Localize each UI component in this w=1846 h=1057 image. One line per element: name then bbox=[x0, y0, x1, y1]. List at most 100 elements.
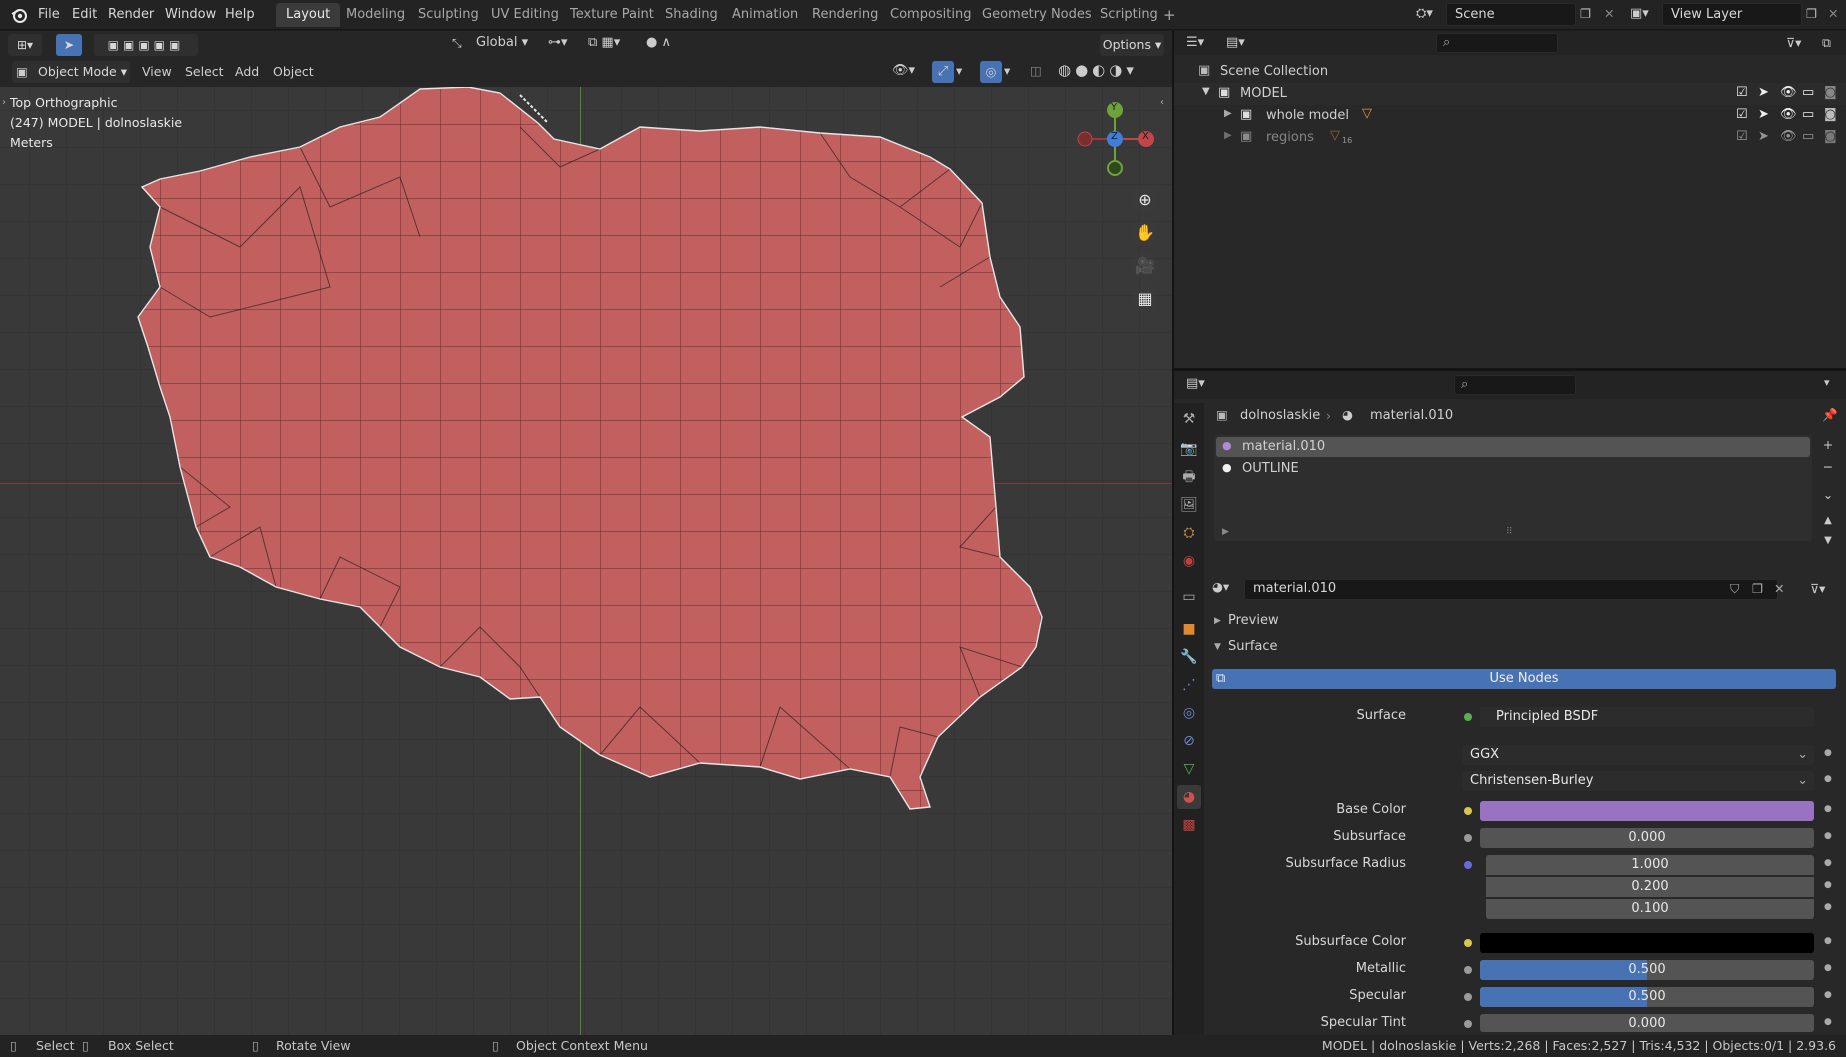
subsurface-method-dropdown[interactable]: Christensen-Burley ⌄ bbox=[1462, 771, 1814, 791]
list-resize-handle[interactable]: ⠿ bbox=[1506, 527, 1513, 537]
exclude-checkbox[interactable]: ☑ bbox=[1736, 129, 1748, 144]
select-tool-icon[interactable]: ➤ bbox=[56, 34, 82, 56]
menu-help[interactable]: Help bbox=[225, 7, 255, 22]
selectable-icon[interactable]: ➤ bbox=[1758, 85, 1769, 100]
zoom-icon[interactable]: ⊕ bbox=[1132, 187, 1158, 213]
tab-compositing[interactable]: Compositing bbox=[880, 3, 982, 27]
keyframe-dot-icon[interactable]: ● bbox=[1824, 990, 1832, 1000]
outliner-search-input[interactable]: ⌕ bbox=[1436, 33, 1558, 53]
subsurface-color-swatch[interactable] bbox=[1480, 933, 1814, 953]
outliner-editor-type-icon[interactable]: ☰▾ bbox=[1186, 35, 1204, 50]
shading-mode-icons[interactable]: ◍●◐◑▾ bbox=[1058, 61, 1158, 83]
specular-tint-slider[interactable]: 0.000 bbox=[1480, 1014, 1814, 1032]
editor-type-icon[interactable]: ⊞▾ bbox=[8, 34, 42, 56]
viewport-menu-view[interactable]: View bbox=[142, 64, 172, 79]
gizmo-dropdown-icon[interactable]: ▾ bbox=[956, 63, 962, 78]
properties-search-input[interactable]: ⌕ bbox=[1454, 375, 1576, 395]
menu-window[interactable]: Window bbox=[165, 7, 216, 22]
viewport-menu-add[interactable]: Add bbox=[235, 64, 259, 79]
material-slot[interactable]: ● OUTLINE bbox=[1216, 459, 1810, 479]
browse-material-icon[interactable]: ◕▾ bbox=[1212, 579, 1240, 599]
gizmo-toggle-icon[interactable]: ⤢ bbox=[932, 61, 954, 83]
move-slot-up-button[interactable]: ▲ bbox=[1818, 515, 1838, 535]
output-tab-icon[interactable]: 🖶 bbox=[1177, 465, 1201, 489]
visibility-icon[interactable]: 👁▾ bbox=[892, 63, 915, 78]
navigation-gizmo[interactable]: Y X Z bbox=[1070, 97, 1170, 177]
surface-panel-header[interactable]: Surface bbox=[1228, 639, 1278, 654]
material-name-field[interactable]: material.010 bbox=[1244, 579, 1778, 600]
expand-arrow-icon[interactable]: ▶ bbox=[1224, 108, 1232, 119]
eye-icon[interactable]: 👁 bbox=[1780, 85, 1797, 100]
subsurface-slider[interactable]: 0.000 bbox=[1480, 828, 1814, 848]
tab-sculpting[interactable]: Sculpting bbox=[408, 3, 489, 27]
pivot-point-icon[interactable]: ⊶▾ bbox=[548, 35, 568, 50]
tab-rendering[interactable]: Rendering bbox=[802, 3, 888, 27]
keyframe-dot-icon[interactable]: ● bbox=[1824, 880, 1832, 890]
pan-hand-icon[interactable]: ✋ bbox=[1132, 220, 1158, 246]
delete-scene-icon[interactable]: ✕ bbox=[1604, 6, 1614, 21]
tab-modeling[interactable]: Modeling bbox=[336, 3, 415, 27]
monitor-icon[interactable]: ▭ bbox=[1802, 85, 1814, 100]
metallic-slider[interactable]: 0.500 bbox=[1480, 960, 1814, 980]
view-layer-tab-icon[interactable]: 🖼 bbox=[1177, 493, 1201, 517]
preview-expand-icon[interactable]: ▶ bbox=[1214, 616, 1221, 626]
scene-selector-icon[interactable]: ⛭▾ bbox=[1416, 6, 1444, 24]
add-slot-button[interactable]: + bbox=[1818, 437, 1838, 457]
fake-user-icon[interactable]: ⛉ bbox=[1730, 581, 1739, 597]
new-scene-icon[interactable]: ❐ bbox=[1580, 6, 1591, 21]
overlay-dropdown-icon[interactable]: ▾ bbox=[1004, 63, 1010, 78]
keyframe-dot-icon[interactable]: ● bbox=[1824, 774, 1832, 784]
node-link-icon[interactable]: ⊽▾ bbox=[1810, 581, 1825, 596]
data-tab-icon[interactable]: ▽ bbox=[1177, 757, 1201, 781]
subsurface-radius-x-field[interactable]: 1.000 bbox=[1486, 855, 1814, 875]
object-mode-dropdown[interactable]: Object Mode ▾ bbox=[12, 61, 130, 83]
modifier-tab-icon[interactable]: 🔧 bbox=[1177, 645, 1201, 669]
monitor-icon[interactable]: ▭ bbox=[1802, 107, 1814, 122]
monitor-icon[interactable]: ▭ bbox=[1802, 129, 1814, 144]
selectable-icon[interactable]: ➤ bbox=[1758, 107, 1769, 122]
outliner-row-regions[interactable]: ▶ ▣ regions ▽ 16 ☑ ➤ 👁 ▭ ◙ bbox=[1174, 127, 1846, 149]
expand-arrow-icon[interactable]: ▶ bbox=[1224, 130, 1232, 141]
outliner-row-model[interactable]: ▼ ▣ MODEL ☑ ➤ 👁 ▭ ◙ bbox=[1174, 83, 1846, 105]
outliner-row-scene-collection[interactable]: ▣ Scene Collection bbox=[1174, 61, 1846, 83]
tab-geometry-nodes[interactable]: Geometry Nodes bbox=[972, 3, 1102, 27]
scene-tab-icon[interactable]: ⛭ bbox=[1177, 521, 1201, 545]
tab-shading[interactable]: Shading bbox=[655, 3, 728, 27]
tab-uv-editing[interactable]: UV Editing bbox=[481, 3, 569, 27]
keyframe-dot-icon[interactable]: ● bbox=[1824, 748, 1832, 758]
subsurface-radius-y-field[interactable]: 0.200 bbox=[1486, 877, 1814, 897]
eye-icon[interactable]: 👁 bbox=[1780, 107, 1797, 122]
snap-icon[interactable]: ⧉ ▦▾ bbox=[588, 35, 620, 50]
material-tab-icon[interactable]: ◕ bbox=[1177, 785, 1201, 809]
duplicate-material-icon[interactable]: ❐ bbox=[1752, 581, 1763, 596]
slot-expand-icon[interactable]: ▶ bbox=[1222, 527, 1229, 537]
view-layer-icon[interactable]: ▣▾ bbox=[1630, 6, 1658, 24]
pin-icon[interactable]: 📌 bbox=[1822, 407, 1838, 423]
transform-orientation-dropdown[interactable]: Global ▾ bbox=[476, 35, 528, 50]
delete-view-layer-icon[interactable]: ✕ bbox=[1828, 6, 1838, 21]
tab-scripting[interactable]: Scripting bbox=[1090, 3, 1168, 27]
keyframe-dot-icon[interactable]: ● bbox=[1824, 831, 1832, 841]
keyframe-dot-icon[interactable]: ● bbox=[1824, 936, 1832, 946]
expand-arrow-icon[interactable]: ▼ bbox=[1202, 86, 1210, 97]
viewport-menu-object[interactable]: Object bbox=[273, 64, 314, 79]
object-tab-icon[interactable]: ■ bbox=[1177, 617, 1201, 641]
camera-render-icon[interactable]: ◙ bbox=[1824, 85, 1837, 100]
select-mode-icons[interactable]: ▣▣▣▣▣ bbox=[94, 34, 198, 56]
remove-slot-button[interactable]: − bbox=[1818, 459, 1838, 479]
view-layer-field[interactable]: View Layer bbox=[1662, 3, 1802, 26]
material-slot-selected[interactable]: ● material.010 bbox=[1216, 437, 1810, 457]
3d-viewport[interactable]: Top Orthographic (247) MODEL | dolnoslas… bbox=[0, 87, 1172, 1035]
outliner-row-whole-model[interactable]: ▶ ▣ whole model ▽ ☑ ➤ 👁 ▭ ◙ bbox=[1174, 105, 1846, 127]
options-dropdown[interactable]: Options ▾ bbox=[1100, 34, 1164, 56]
surface-collapse-icon[interactable]: ▼ bbox=[1214, 642, 1221, 652]
toolbar-expand-icon[interactable]: › bbox=[2, 97, 6, 108]
blender-logo-icon[interactable] bbox=[10, 6, 28, 24]
sidebar-collapse-icon[interactable]: ‹ bbox=[1160, 97, 1164, 108]
filter-icon[interactable]: ⊽▾ bbox=[1786, 35, 1801, 50]
keyframe-dot-icon[interactable]: ● bbox=[1824, 858, 1832, 868]
camera-render-icon[interactable]: ◙ bbox=[1824, 107, 1837, 122]
menu-edit[interactable]: Edit bbox=[72, 7, 97, 22]
tab-animation[interactable]: Animation bbox=[722, 3, 808, 27]
base-color-swatch[interactable] bbox=[1480, 801, 1814, 821]
